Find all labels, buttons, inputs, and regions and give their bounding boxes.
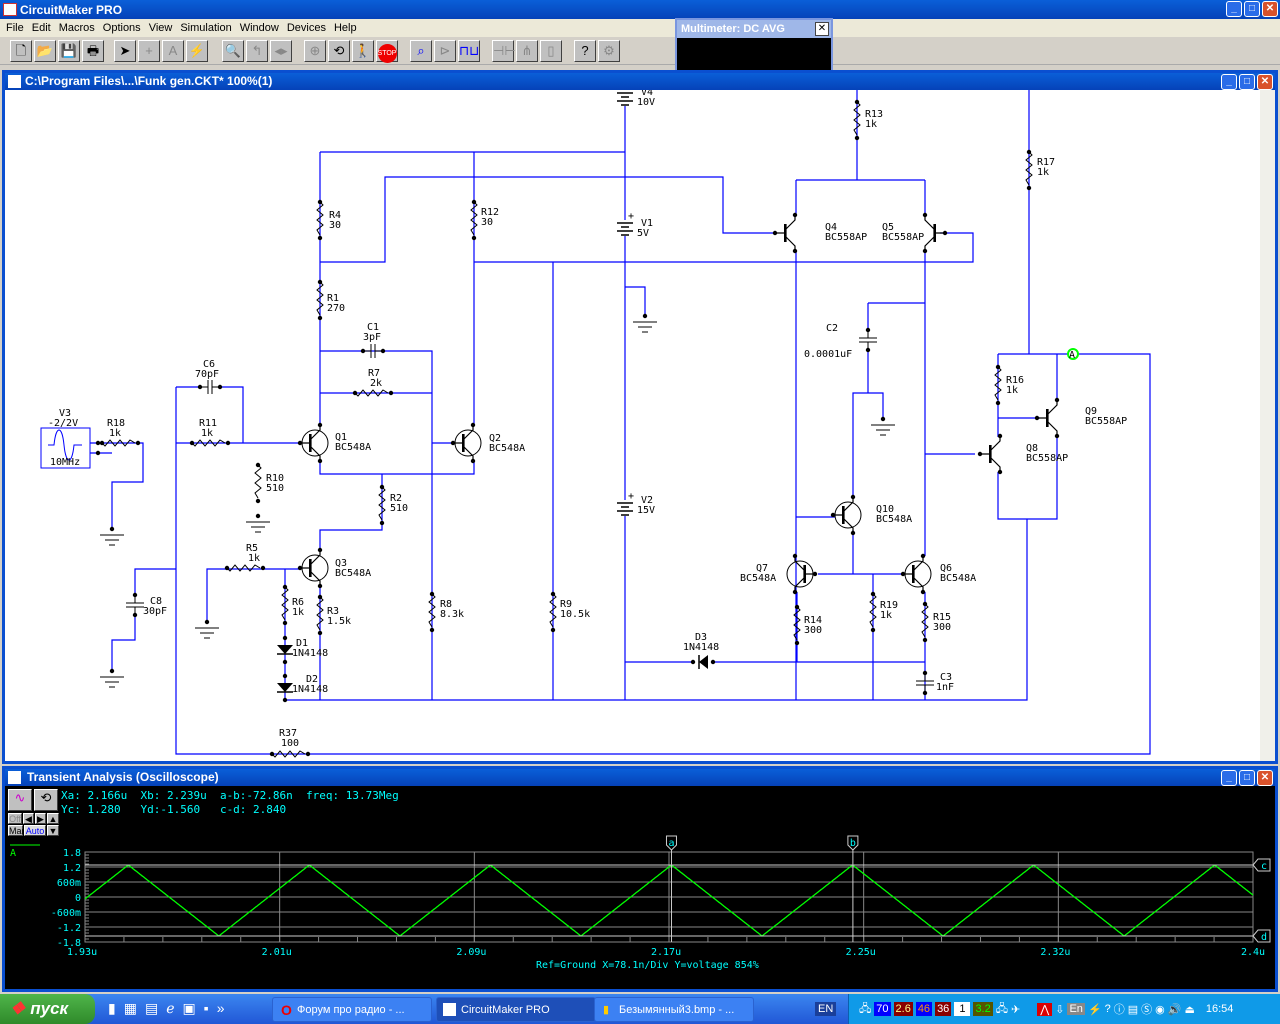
- info-icon[interactable]: ⓘ: [1114, 1001, 1125, 1017]
- task-label: Форум про радио - ...: [297, 1004, 405, 1016]
- more-icon[interactable]: »: [217, 1000, 225, 1017]
- y-tick-label: 600m: [57, 878, 81, 889]
- x-tick-label: 2.25u: [846, 947, 876, 958]
- y-tick-label: -600m: [51, 908, 81, 919]
- calculator-icon[interactable]: ▦: [124, 1000, 137, 1017]
- opera-icon: O: [281, 1002, 292, 1018]
- legend-label: A: [10, 848, 16, 859]
- oscilloscope-plot[interactable]: 1.81.2600m0-600m-1.2-1.81.93u 2.01u 2.09u 2…: [0, 0, 1280, 990]
- x-tick-label: 2.09u: [456, 947, 486, 958]
- y-tick-label: -1.2: [57, 923, 81, 934]
- network-icon[interactable]: 🖧: [996, 1000, 1008, 1019]
- task-paint[interactable]: ▮ Безымянный3.bmp - ...: [594, 997, 754, 1022]
- paint-icon: ▮: [603, 1004, 610, 1016]
- tray-monitor-1[interactable]: 70: [874, 1002, 891, 1016]
- tray-monitor-4[interactable]: 36: [935, 1002, 952, 1016]
- cursor-a-label: a: [668, 838, 674, 849]
- task-circuitmaker[interactable]: CircuitMaker PRO: [436, 997, 596, 1022]
- tray-monitor-2[interactable]: 2.6: [893, 1002, 913, 1016]
- x-tick-label: 2.32u: [1040, 947, 1070, 958]
- scope-footer: Ref=Ground X=78.1n/Div Y=voltage 854%: [536, 960, 759, 971]
- floppy-icon[interactable]: ▣: [182, 1000, 195, 1017]
- safely-remove-icon[interactable]: ⏏: [1184, 1003, 1194, 1016]
- y-tick-label: 1.2: [63, 863, 81, 874]
- antivirus-icon[interactable]: ⋀: [1037, 1002, 1053, 1016]
- x-tick-label: 1.93u: [67, 947, 97, 958]
- nvidia-icon[interactable]: ◉: [1155, 1003, 1165, 1016]
- cursor-b-label: b: [850, 838, 856, 849]
- cursor-d-label: d: [1261, 932, 1267, 943]
- task-opera[interactable]: O Форум про радио - ...: [272, 997, 432, 1022]
- usb-icon[interactable]: ⇩: [1055, 1003, 1064, 1016]
- x-tick-label: 2.17u: [651, 947, 681, 958]
- sf-icon[interactable]: Ⓢ: [1141, 1001, 1152, 1017]
- circuitmaker-icon: [443, 1003, 456, 1016]
- tray-monitor-3[interactable]: 46: [915, 1002, 933, 1016]
- quick-launch: ▮ ▦ ▤ ℯ ▣ ▪ »: [108, 1000, 224, 1017]
- quicklaunch-app-icon[interactable]: ▮: [108, 1000, 116, 1017]
- task-label: CircuitMaker PRO: [461, 1004, 550, 1016]
- cmd-icon[interactable]: ▪: [204, 1000, 209, 1017]
- start-button[interactable]: ❖ пуск: [0, 994, 95, 1024]
- y-tick-label: 0: [75, 893, 81, 904]
- tray-monitor-6[interactable]: 3.2: [973, 1002, 993, 1016]
- tray-monitor-5[interactable]: 1: [954, 1002, 971, 1016]
- ie-icon[interactable]: ℯ: [166, 1000, 174, 1017]
- x-tick-label: 2.01u: [262, 947, 292, 958]
- help-shield-icon[interactable]: ?: [1105, 1003, 1111, 1015]
- y-tick-label: 1.8: [63, 848, 81, 859]
- cursor-c-label: c: [1261, 861, 1267, 872]
- power-icon[interactable]: ⚡: [1088, 1003, 1102, 1016]
- windows-logo-icon: ❖: [10, 999, 26, 1018]
- start-label: пуск: [30, 999, 69, 1018]
- network-icon[interactable]: 🖧: [859, 1000, 871, 1019]
- calendar-icon[interactable]: ▤: [1128, 1003, 1138, 1016]
- tray-language[interactable]: En: [1067, 1003, 1085, 1015]
- notepad-icon[interactable]: ▤: [145, 1000, 158, 1017]
- taskbar: ❖ пуск ▮ ▦ ▤ ℯ ▣ ▪ » O Форум про радио - ... Cir…: [0, 994, 1280, 1024]
- system-tray: 🖧 70 2.6 46 36 1 3.2 🖧 ✈ ⋀ ⇩ En ⚡? ⓘ ▤ Ⓢ ◉ 🔊 ⏏ …: [848, 994, 1280, 1024]
- task-label: Безымянный3.bmp - ...: [619, 1004, 735, 1016]
- volume-icon[interactable]: 🔊: [1168, 1003, 1182, 1016]
- x-tick-label: 2.4u: [1241, 947, 1265, 958]
- airplane-icon[interactable]: ✈: [1011, 1003, 1020, 1016]
- clock: 16:54: [1205, 1003, 1234, 1015]
- language-indicator[interactable]: EN: [815, 1002, 837, 1016]
